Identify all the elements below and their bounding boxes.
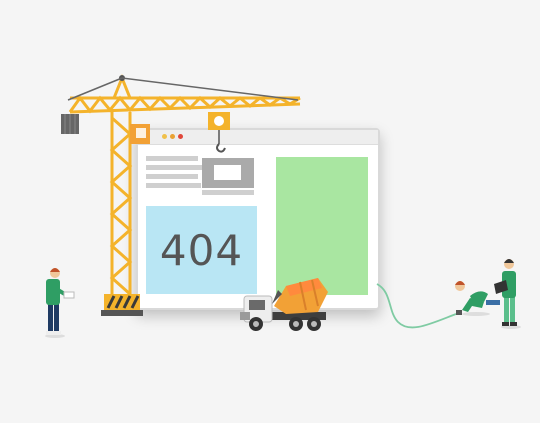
worker-with-tablet-icon [45,268,75,338]
construction-illustration [45,73,521,338]
error-404-scene: 404 [0,0,540,423]
crane-icon [61,73,301,316]
cable-line [376,283,457,329]
cement-mixer-truck-icon [240,278,328,331]
worker-with-laptop-icon [494,259,521,329]
kneeling-worker-icon [455,281,500,316]
